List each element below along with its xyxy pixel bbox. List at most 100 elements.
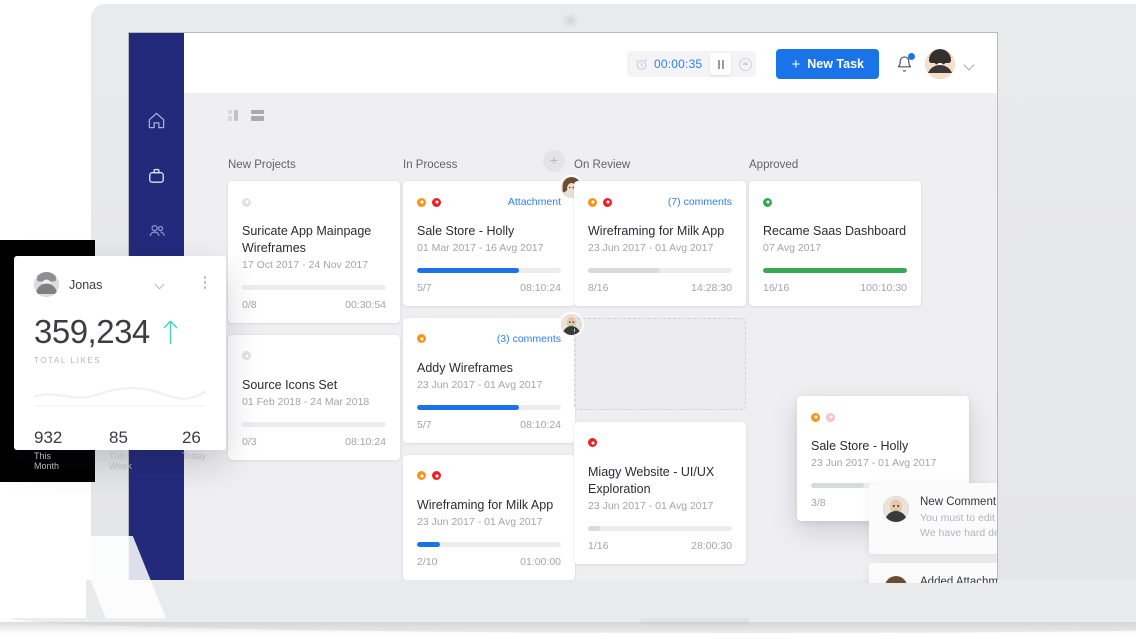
progress-bar — [588, 268, 732, 273]
column-header-in-process: In Process — [403, 159, 457, 171]
card-header: (3) comments — [417, 332, 561, 346]
status-dot-red — [603, 198, 612, 207]
new-task-button[interactable]: + New Task — [776, 49, 879, 79]
column-approved: Recame Saas Dashboard07 Avg 201716/16100… — [749, 181, 921, 318]
card-title: Recame Saas Dashboard — [763, 223, 907, 240]
column-header-approved: Approved — [749, 159, 798, 171]
card-tag[interactable]: (3) comments — [497, 333, 561, 345]
status-dot-orange — [417, 198, 426, 207]
card-task-count: 3/8 — [811, 497, 826, 509]
column-on-review: (7) commentsWireframing for Milk App23 J… — [574, 181, 746, 576]
likes-widget: Jonas 359,234 TOTAL LIKES 932This Month8… — [14, 256, 226, 450]
task-card[interactable]: Miagy Website - UI/UX Exploration23 Jun … — [574, 422, 746, 564]
card-date: 23 Jun 2017 - 01 Avg 2017 — [417, 379, 561, 391]
screenshot-stage: 00:00:35 + New Task — [0, 0, 1136, 639]
likes-user-name: Jonas — [69, 278, 102, 292]
likes-total-value: 359,234 — [34, 313, 150, 351]
card-date: 23 Jun 2017 - 01 Avg 2017 — [417, 516, 561, 528]
toast-notification[interactable]: Added AttachmentChanggy Mobile App.sketc… — [869, 563, 997, 583]
progress-bar — [417, 542, 561, 547]
card-date: 01 Feb 2018 - 24 Mar 2018 — [242, 396, 386, 408]
card-title: Wireframing for Milk App — [417, 497, 561, 514]
card-tag[interactable]: Attachment — [508, 196, 561, 208]
likes-stat-label: This Month — [34, 451, 76, 471]
grid-view-icon[interactable] — [228, 108, 241, 126]
kebab-menu-icon[interactable] — [204, 276, 207, 291]
likes-widget-header: Jonas — [34, 272, 206, 297]
card-drop-placeholder[interactable] — [574, 318, 746, 410]
status-dot-orange — [811, 413, 820, 422]
card-header — [417, 469, 561, 483]
topbar: 00:00:35 + New Task — [184, 33, 997, 93]
plus-circle-icon[interactable] — [739, 58, 752, 71]
sidebar-item-projects[interactable] — [142, 160, 172, 190]
card-title: Addy Wireframes — [417, 360, 561, 377]
likes-stats: 932This Month85This Week26Today — [34, 428, 206, 471]
card-task-count: 0/8 — [242, 299, 257, 311]
task-card[interactable]: AttachmentSale Store - Holly01 Mar 2017 … — [403, 181, 575, 306]
laptop-camera-dot — [569, 19, 572, 22]
avatar — [883, 576, 909, 583]
card-footer: 2/1001:00:00 — [417, 556, 561, 568]
column-header-on-review: On Review — [574, 159, 630, 171]
card-task-count: 16/16 — [763, 282, 789, 294]
pause-icon[interactable] — [710, 53, 731, 75]
user-avatar — [925, 49, 955, 79]
toast-notification[interactable]: New CommentYou must to edit last changes… — [869, 483, 997, 554]
likes-stat: 932 This Month — [34, 428, 76, 471]
sidebar-item-team[interactable] — [142, 215, 172, 245]
likes-stat-label: This Week — [109, 451, 149, 471]
timer-widget[interactable]: 00:00:35 — [627, 51, 756, 77]
card-task-count: 1/16 — [588, 540, 608, 552]
status-dots — [588, 438, 597, 447]
task-card[interactable]: Suricate App Mainpage Wireframes17 Oct 2… — [228, 181, 400, 323]
likes-sparkline — [34, 379, 206, 407]
card-header: (7) comments — [588, 195, 732, 209]
status-dot-orange — [417, 334, 426, 343]
likes-stat-value: 932 — [34, 428, 76, 448]
task-card[interactable]: Source Icons Set01 Feb 2018 - 24 Mar 201… — [228, 335, 400, 460]
chevron-down-icon[interactable] — [155, 280, 165, 290]
task-card[interactable]: (7) commentsWireframing for Milk App23 J… — [574, 181, 746, 306]
card-task-count: 8/16 — [588, 282, 608, 294]
new-task-label: New Task — [807, 57, 864, 71]
task-card[interactable]: Wireframing for Milk App 23 Jun 2017 - 01… — [403, 455, 575, 580]
briefcase-icon — [147, 166, 166, 185]
sidebar-item-home[interactable] — [142, 105, 172, 135]
toast-title: New Comment — [920, 496, 997, 508]
status-dot-green — [763, 198, 772, 207]
list-view-icon[interactable] — [251, 108, 264, 126]
notification-toasts: New CommentYou must to edit last changes… — [869, 483, 997, 583]
progress-bar — [417, 268, 561, 273]
card-header — [242, 195, 386, 209]
card-time: 08:10:24 — [345, 436, 386, 448]
chevron-down-icon[interactable] — [963, 59, 974, 70]
status-dot-red — [432, 471, 441, 480]
likes-stat-label: Today — [182, 451, 206, 461]
card-header — [763, 195, 907, 209]
card-footer: 16/16 100:10:30 — [763, 282, 907, 294]
card-header — [588, 436, 732, 450]
card-title: Sale Store - Holly — [417, 223, 561, 240]
card-time: 100:10:30 — [860, 282, 907, 294]
plus-icon: + — [791, 57, 800, 72]
notification-badge — [908, 53, 915, 60]
task-card[interactable]: Recame Saas Dashboard07 Avg 201716/16100… — [749, 181, 921, 306]
card-title: Sale Store - Holly — [811, 438, 955, 455]
avatar — [883, 496, 909, 522]
likes-stat-value: 26 — [182, 428, 206, 448]
laptop-shadow — [0, 622, 1136, 634]
user-avatar — [34, 272, 59, 297]
card-tag[interactable]: (7) comments — [668, 196, 732, 208]
toast-title: Added Attachment — [920, 576, 997, 583]
add-column-button[interactable]: + — [543, 150, 565, 172]
status-dots — [763, 198, 772, 207]
task-card[interactable]: (3) comments Addy Wireframes 23 Jun 2017 -… — [403, 318, 575, 443]
card-task-count: 0/3 — [242, 436, 257, 448]
card-date: 23 Jun 2017 - 01 Avg 2017 — [811, 457, 955, 469]
kanban-board: New ProjectsIn ProcessOn ReviewApproved+… — [184, 93, 997, 583]
card-footer: 5/708:10:24 — [417, 419, 561, 431]
avatar[interactable] — [925, 49, 955, 79]
card-title: Miagy Website - UI/UX Exploration — [588, 464, 732, 498]
likes-total-label: TOTAL LIKES — [34, 356, 206, 365]
